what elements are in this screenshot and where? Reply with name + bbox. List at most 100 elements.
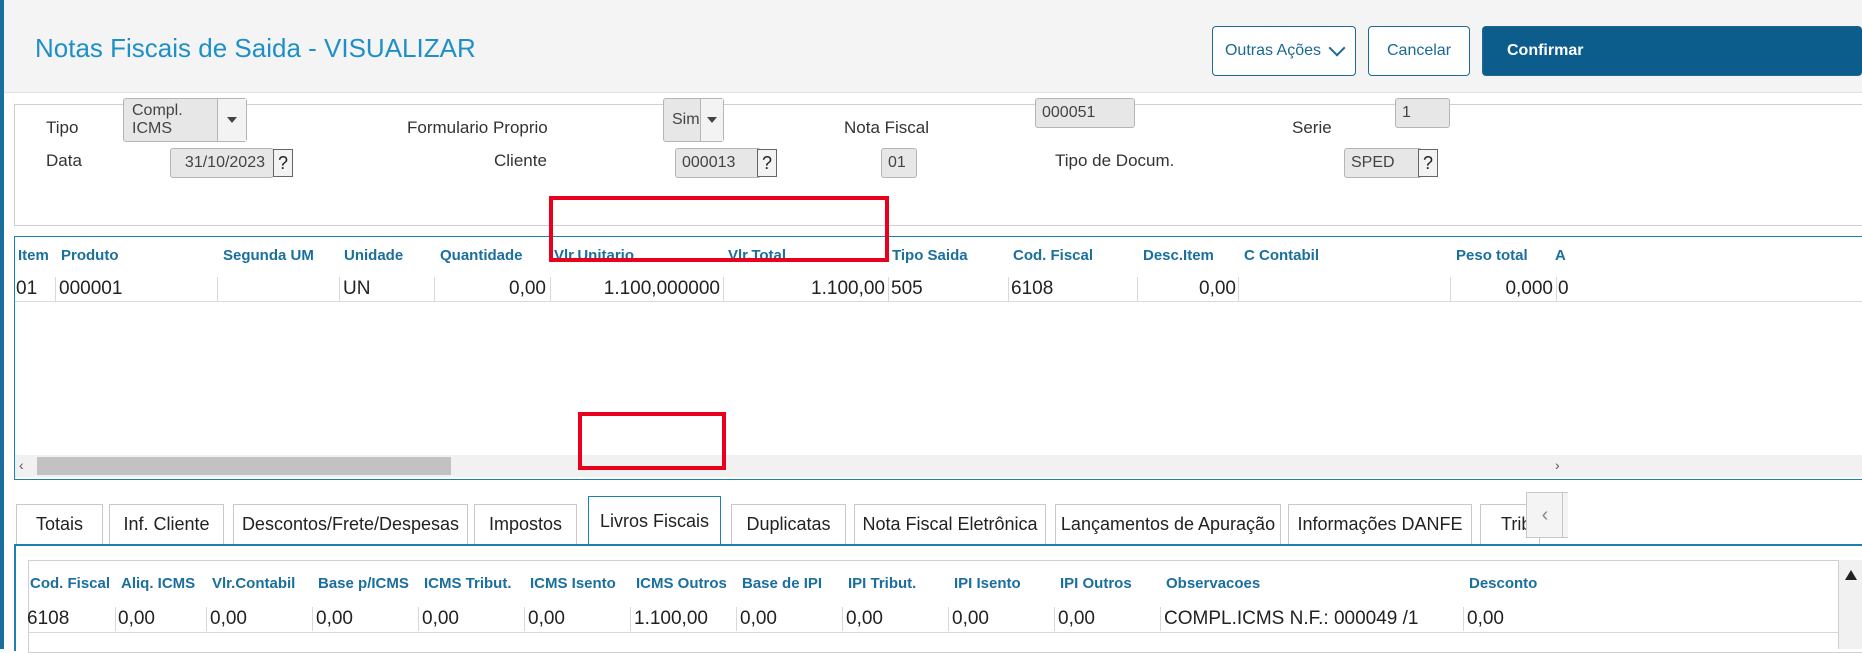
column-header-a[interactable]: A bbox=[1555, 247, 1566, 264]
tipo-value: Compl. ICMS bbox=[132, 102, 183, 137]
column-header-base-ipi[interactable]: Base de IPI bbox=[742, 575, 822, 592]
tab-totais[interactable]: Totais bbox=[16, 504, 103, 544]
tab-duplicatas[interactable]: Duplicatas bbox=[731, 504, 846, 544]
cliente-field[interactable]: 000013 bbox=[675, 148, 761, 178]
cell-vlr-contabil: 0,00 bbox=[210, 608, 247, 629]
cell-segunda-um bbox=[221, 277, 336, 301]
formulario-value: Sim bbox=[672, 111, 700, 128]
cell-aliq-icms: 0,00 bbox=[118, 608, 155, 629]
column-header-quantidade[interactable]: Quantidade bbox=[440, 247, 523, 264]
confirm-button[interactable]: Confirmar bbox=[1482, 26, 1862, 76]
items-grid: Item Produto Segunda UM Unidade Quantida… bbox=[14, 236, 1862, 480]
column-header-vlr-contabil[interactable]: Vlr.Contabil bbox=[212, 575, 295, 592]
cell-icms-outros: 1.100,00 bbox=[634, 608, 708, 629]
lookup-icon[interactable]: ? bbox=[273, 149, 293, 177]
cell-a: 0 bbox=[1558, 278, 1569, 299]
formulario-select[interactable]: Sim bbox=[663, 98, 724, 142]
data-label: Data bbox=[46, 151, 82, 170]
cell-produto: 000001 bbox=[59, 278, 123, 299]
horizontal-scrollbar[interactable]: ‹ › bbox=[15, 455, 1862, 477]
scroll-left-icon[interactable]: ‹ bbox=[1526, 492, 1564, 538]
cell-peso-total: 0,000 bbox=[1505, 278, 1553, 299]
column-header-ipi-outros[interactable]: IPI Outros bbox=[1060, 575, 1132, 592]
column-header-ipi-tribut[interactable]: IPI Tribut. bbox=[848, 575, 916, 592]
scrollbar-thumb[interactable] bbox=[37, 457, 451, 475]
column-header-segunda-um[interactable]: Segunda UM bbox=[223, 247, 314, 264]
cell-cod-fiscal: 6108 bbox=[27, 608, 70, 629]
tipo-documento-label: Tipo de Docum. bbox=[1055, 151, 1175, 170]
tab-informacoes-danfe[interactable]: Informações DANFE bbox=[1288, 504, 1472, 544]
cell-observacoes: COMPL.ICMS N.F.: 000049 /1 bbox=[1164, 608, 1419, 629]
tab-inf-cliente[interactable]: Inf. Cliente bbox=[109, 504, 224, 544]
loja-field[interactable]: 01 bbox=[881, 148, 917, 178]
column-header-aliq-icms[interactable]: Aliq. ICMS bbox=[121, 575, 195, 592]
cell-icms-tribut: 0,00 bbox=[422, 608, 459, 629]
cell-base-ipi: 0,00 bbox=[740, 608, 777, 629]
tab-descontos-frete-despesas[interactable]: Descontos/Frete/Despesas bbox=[233, 504, 468, 544]
column-header-cod-fiscal[interactable]: Cod. Fiscal bbox=[1013, 247, 1093, 264]
tipo-documento-field[interactable]: SPED bbox=[1344, 148, 1422, 178]
lookup-icon[interactable]: ? bbox=[1418, 149, 1438, 177]
cell-vlr-total: 1.100,00 bbox=[811, 278, 885, 299]
highlight-box-values bbox=[549, 196, 889, 262]
dropdown-arrow-icon[interactable] bbox=[217, 99, 246, 141]
outras-acoes-label: Outras Ações bbox=[1224, 42, 1322, 59]
cell-ipi-tribut: 0,00 bbox=[846, 608, 883, 629]
page-title: Notas Fiscais de Saida - VISUALIZAR bbox=[35, 33, 476, 63]
serie-field[interactable]: 1 bbox=[1395, 98, 1450, 128]
cell-ipi-outros: 0,00 bbox=[1058, 608, 1095, 629]
tab-livros-fiscais[interactable]: Livros Fiscais bbox=[588, 496, 721, 546]
column-header-desc-item[interactable]: Desc.Item bbox=[1143, 247, 1214, 264]
data-field[interactable]: 31/10/2023 bbox=[170, 148, 274, 178]
column-header-cod-fiscal[interactable]: Cod. Fiscal bbox=[30, 575, 110, 592]
cell-c-contabil bbox=[1242, 277, 1447, 301]
tab-scroll-right[interactable] bbox=[1562, 492, 1568, 538]
column-header-produto[interactable]: Produto bbox=[61, 247, 119, 264]
scroll-left-icon[interactable]: ‹ bbox=[19, 457, 24, 473]
cell-tipo-saida: 505 bbox=[891, 278, 923, 299]
livros-fiscais-grid: Cod. Fiscal Aliq. ICMS Vlr.Contabil Base… bbox=[27, 560, 1862, 653]
cliente-label: Cliente bbox=[494, 151, 547, 170]
scroll-up-icon[interactable] bbox=[1845, 570, 1857, 580]
cell-base-icms: 0,00 bbox=[316, 608, 353, 629]
dropdown-arrow-icon[interactable] bbox=[699, 99, 723, 141]
cell-cod-fiscal: 6108 bbox=[1011, 278, 1054, 299]
vertical-scrollbar[interactable] bbox=[1838, 560, 1862, 649]
cell-item: 01 bbox=[16, 278, 38, 299]
column-header-item[interactable]: Item bbox=[18, 247, 49, 264]
chevron-down-icon bbox=[1328, 39, 1346, 57]
header-form: Tipo Compl. ICMS Formulario Proprio Sim … bbox=[14, 98, 1862, 226]
column-header-observacoes[interactable]: Observacoes bbox=[1166, 575, 1260, 592]
left-accent-bar bbox=[0, 0, 4, 649]
column-header-icms-tribut[interactable]: ICMS Tribut. bbox=[424, 575, 512, 592]
serie-label: Serie bbox=[1292, 118, 1332, 137]
livros-fiscais-panel: Cod. Fiscal Aliq. ICMS Vlr.Contabil Base… bbox=[14, 544, 1862, 653]
cancel-button[interactable]: Cancelar bbox=[1368, 26, 1470, 76]
column-header-ipi-isento[interactable]: IPI Isento bbox=[954, 575, 1021, 592]
column-header-desconto[interactable]: Desconto bbox=[1469, 575, 1537, 592]
tab-lancamentos-apuracao[interactable]: Lançamentos de Apuração bbox=[1055, 504, 1281, 544]
cell-icms-isento: 0,00 bbox=[528, 608, 565, 629]
cell-quantidade: 0,00 bbox=[509, 278, 546, 299]
column-header-icms-isento[interactable]: ICMS Isento bbox=[530, 575, 616, 592]
column-header-peso-total[interactable]: Peso total bbox=[1456, 247, 1528, 264]
tipo-select[interactable]: Compl. ICMS bbox=[123, 98, 247, 142]
tab-impostos[interactable]: Impostos bbox=[474, 504, 577, 544]
nota-fiscal-label: Nota Fiscal bbox=[844, 118, 930, 137]
cell-desconto: 0,00 bbox=[1467, 608, 1504, 629]
column-header-icms-outros[interactable]: ICMS Outros bbox=[636, 575, 727, 592]
nota-fiscal-field[interactable]: 000051 bbox=[1035, 98, 1135, 128]
column-header-unidade[interactable]: Unidade bbox=[344, 247, 403, 264]
tab-nota-fiscal-eletronica[interactable]: Nota Fiscal Eletrônica bbox=[854, 504, 1046, 544]
column-header-base-icms[interactable]: Base p/ICMS bbox=[318, 575, 409, 592]
outras-acoes-button[interactable]: Outras Ações bbox=[1212, 26, 1356, 76]
cell-unidade: UN bbox=[343, 278, 371, 299]
cell-desc-item: 0,00 bbox=[1199, 278, 1236, 299]
highlight-box-tab bbox=[578, 412, 726, 470]
cell-ipi-isento: 0,00 bbox=[952, 608, 989, 629]
cell-vlr-unitario: 1.100,000000 bbox=[603, 278, 720, 299]
column-header-c-contabil[interactable]: C Contabil bbox=[1244, 247, 1319, 264]
column-header-tipo-saida[interactable]: Tipo Saida bbox=[892, 247, 968, 264]
scroll-right-icon[interactable]: › bbox=[1555, 457, 1560, 473]
lookup-icon[interactable]: ? bbox=[757, 149, 777, 177]
